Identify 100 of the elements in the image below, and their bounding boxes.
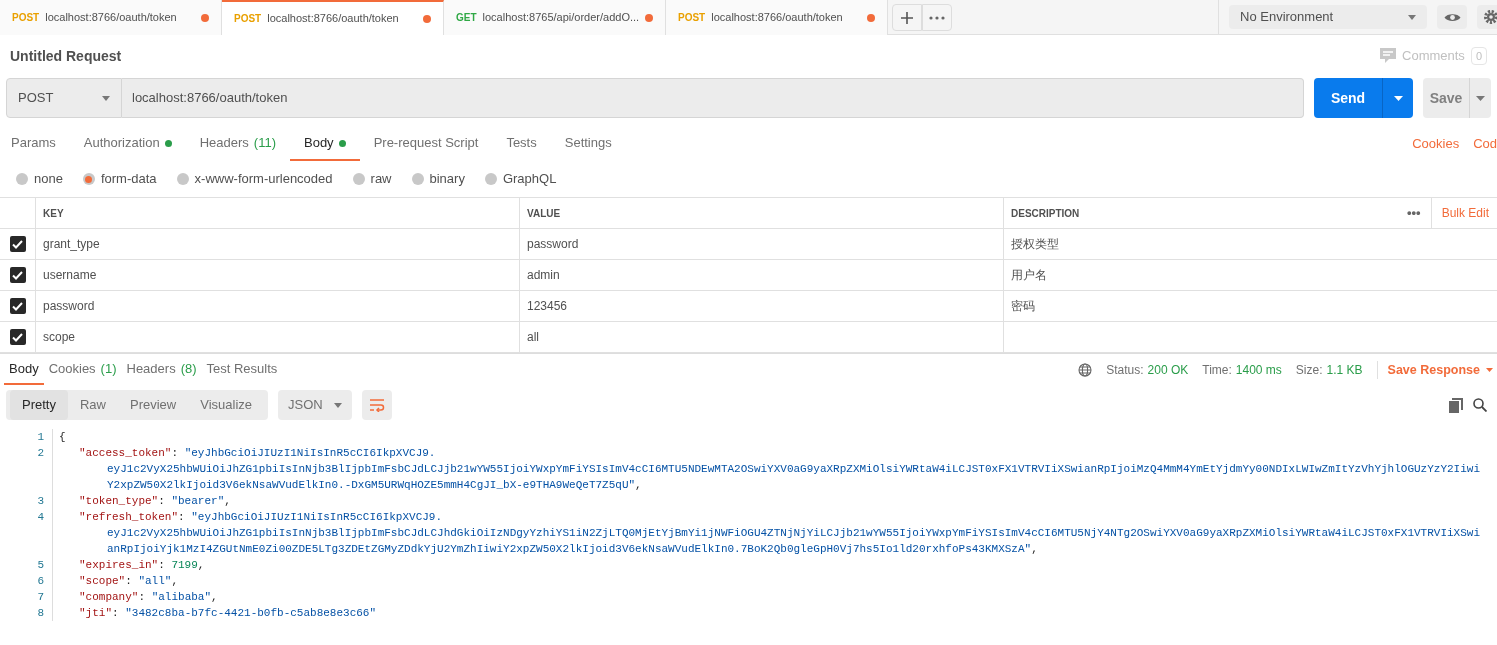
save-response-button[interactable]: Save Response	[1376, 360, 1493, 380]
request-tab[interactable]: POST localhost:8766/oauth/token	[222, 0, 444, 35]
view-mode-tab[interactable]: Visualize	[188, 390, 265, 420]
checkbox[interactable]	[9, 298, 26, 314]
table-cell-text: password	[527, 236, 579, 253]
radio-label[interactable]: GraphQL	[502, 169, 557, 189]
view-mode-tab[interactable]: Pretty	[10, 390, 68, 420]
json-string: "bearer"	[171, 494, 225, 509]
url-field[interactable]: localhost:8766/oauth/token	[122, 78, 1304, 118]
table-cell-text: admin	[527, 267, 560, 284]
copy-icon[interactable]	[1449, 397, 1463, 413]
json-punctuation: {	[59, 430, 66, 445]
json-punctuation: ,	[211, 590, 218, 605]
tab-url[interactable]: localhost:8766/oauth/token	[267, 10, 417, 27]
meta-label: Status:	[1106, 363, 1144, 377]
more-button[interactable]: •••	[1397, 198, 1432, 228]
save-options-button[interactable]	[1469, 78, 1491, 118]
comment-icon	[1380, 48, 1396, 64]
radio-button[interactable]	[352, 173, 365, 185]
json-punctuation: ,	[224, 494, 231, 509]
column-header: KEY	[43, 206, 64, 221]
radio-button[interactable]	[411, 173, 424, 185]
more-icon	[929, 15, 945, 20]
line-number: 4	[37, 511, 44, 523]
json-punctuation: :	[138, 590, 147, 605]
globe-icon[interactable]	[1078, 363, 1093, 377]
json-punctuation: ,	[1031, 542, 1038, 557]
wrap-lines-button[interactable]	[362, 390, 393, 420]
json-punctuation: ,	[171, 574, 179, 589]
checkbox[interactable]	[9, 236, 26, 252]
new-tab-button[interactable]	[892, 4, 922, 31]
radio-button[interactable]	[176, 173, 189, 185]
send-options-button[interactable]	[1382, 78, 1413, 118]
eye-icon	[1443, 11, 1461, 23]
radio-label[interactable]: x-www-form-urlencoded	[194, 169, 333, 189]
tab-url[interactable]: localhost:8765/api/order/addO...	[482, 9, 640, 26]
caret-icon	[334, 402, 343, 408]
json-punctuation: ,	[635, 478, 642, 493]
radio-label[interactable]: binary	[429, 169, 465, 189]
link[interactable]: Cookies	[1412, 134, 1460, 154]
settings-button[interactable]	[1477, 5, 1497, 29]
meta-value: 1400 ms	[1235, 363, 1282, 377]
caret-icon	[1393, 95, 1403, 101]
table-cell-text: 123456	[527, 298, 568, 315]
table-cell-text: 密码	[1011, 298, 1035, 315]
request-tab[interactable]: GET localhost:8765/api/order/addO...	[444, 0, 666, 35]
method-label: POST	[678, 11, 706, 25]
caret-icon	[102, 95, 110, 101]
eye-button[interactable]	[1437, 5, 1467, 29]
column-header: DESCRIPTION	[1011, 206, 1080, 221]
json-punctuation: ,	[197, 558, 205, 573]
view-mode-tab[interactable]: Raw	[67, 390, 118, 420]
line-number: 6	[37, 575, 44, 587]
request-tab[interactable]: POST localhost:8766/oauth/token	[0, 0, 222, 35]
table-cell-text: password	[43, 298, 95, 315]
line-number: 1	[37, 431, 44, 443]
meta-value: 1.1 KB	[1326, 363, 1363, 377]
json-string: Y2xpZW50X2lkIjoid3V6ekNsaWVudElkIn0.-DxGM5URWqHOZE5mmH4CgJI_bX-e9THA9WeQeT7Z5qU"	[107, 478, 636, 493]
format-dropdown[interactable]: JSON	[278, 390, 353, 420]
json-string: eyJ1c2VyX25hbWUiOiJhZG1pbiIsInNjb3BlIjpbImFsbCJdLCJhdGkiOiIzNDgyYzhiYS1iN2ZjLTQ0MjEtYjBmYi1jNWFiOGU4ZTNjNjYiLCJjb21wYW55IjoiYWxpYmFiYSIsImV4cCI6MTU5NjY4NTg2OSwiYXV0aG9yaXRpZXMiOlsiYWRtaW4iLCJST0xFX1VTRVIiXSwi	[107, 526, 1481, 541]
json-punctuation: :	[158, 558, 166, 573]
radio-button[interactable]	[82, 173, 95, 185]
request-title: Untitled Request	[10, 46, 122, 66]
radio-label[interactable]: none	[34, 169, 63, 189]
view-mode-tab[interactable]: Preview	[118, 390, 189, 420]
tab-url[interactable]: localhost:8766/oauth/token	[45, 9, 195, 26]
line-number: 2	[37, 447, 44, 459]
plus-icon	[901, 11, 913, 24]
caret-icon	[1486, 368, 1493, 372]
table-cell-text: username	[43, 267, 97, 284]
save-button[interactable]: Save	[1423, 78, 1469, 118]
json-punctuation: :	[125, 574, 133, 589]
environment-dropdown[interactable]: No Environment	[1229, 5, 1427, 29]
checkbox[interactable]	[9, 329, 26, 345]
gear-icon	[1483, 9, 1497, 25]
radio-label[interactable]: raw	[370, 169, 392, 189]
line-number: 8	[37, 607, 44, 619]
json-key: "access_token"	[79, 445, 172, 461]
wrap-lines-icon	[369, 398, 386, 412]
request-tab[interactable]: POST localhost:8766/oauth/token	[666, 0, 888, 35]
json-key: "expires_in"	[79, 557, 159, 573]
caret-icon	[1476, 95, 1485, 101]
method-label: GET	[456, 11, 477, 25]
checkbox[interactable]	[9, 267, 26, 283]
bulk-edit-button[interactable]: Bulk Edit	[1431, 204, 1497, 222]
search-icon[interactable]	[1473, 398, 1487, 412]
line-number: 5	[37, 559, 44, 571]
table-cell-text: scope	[43, 329, 76, 346]
meta-label: Size:	[1295, 363, 1323, 377]
radio-button[interactable]	[484, 173, 497, 185]
send-button[interactable]: Send	[1314, 78, 1382, 118]
tab-url[interactable]: localhost:8766/oauth/token	[711, 9, 861, 26]
method-label: POST	[234, 12, 262, 26]
json-string: "eyJhbGciOiJIUzI1NiIsInR5cCI6IkpXVCJ9.	[184, 446, 436, 461]
line-number: 3	[37, 495, 44, 507]
method-dropdown[interactable]: POST	[6, 78, 122, 118]
json-punctuation: :	[112, 606, 120, 621]
link[interactable]: Cod	[1473, 134, 1497, 154]
radio-button[interactable]	[16, 173, 28, 185]
radio-label[interactable]: form-data	[100, 169, 157, 189]
